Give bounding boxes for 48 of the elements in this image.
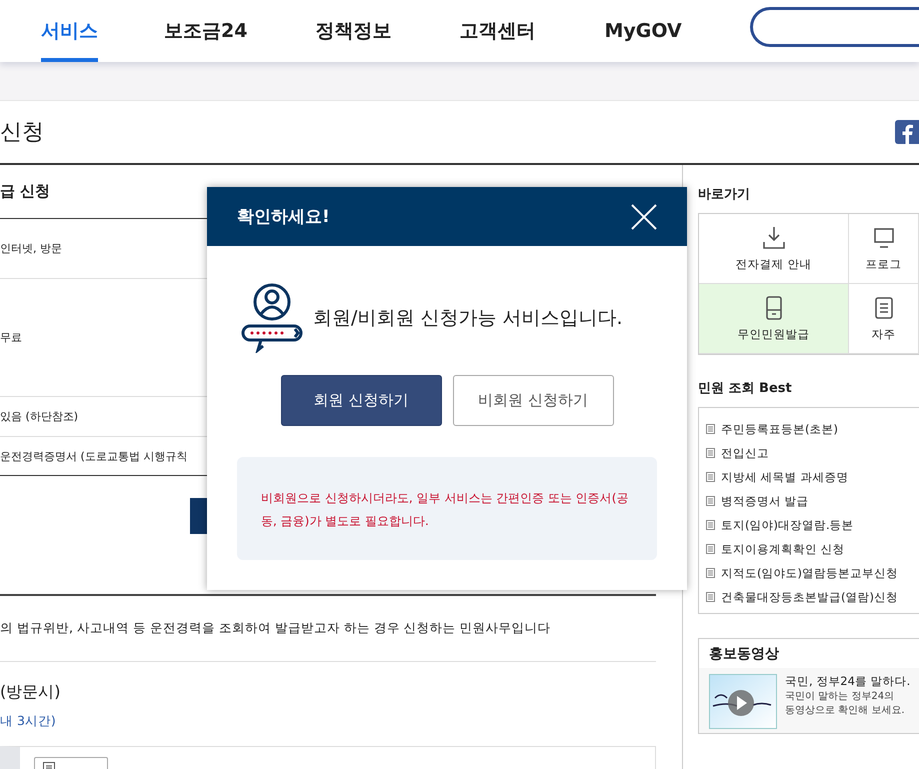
document-icon: [706, 424, 715, 434]
search-field[interactable]: [750, 7, 919, 47]
section-heading: 바로가기: [698, 186, 751, 203]
video-description: 동영상으로 확인해 보세요.: [785, 704, 906, 717]
document-icon: [706, 520, 715, 530]
nav-tab[interactable]: 보조금24: [164, 0, 248, 62]
shortcut-tile[interactable]: 전자결제 안내: [699, 214, 849, 284]
guest-apply-button[interactable]: 비회원 신청하기: [452, 375, 614, 426]
best-link[interactable]: 전입신고: [721, 446, 769, 460]
table-cell: 운전경력증명서 (도로교통법 시행규칙: [0, 448, 188, 464]
shortcut-tile[interactable]: 무인민원발급: [699, 284, 849, 354]
download-icon: [762, 225, 786, 251]
promo-heading: 홍보동영상: [699, 639, 919, 668]
user-password-icon: [241, 283, 303, 353]
best-link[interactable]: 지적도(임야도)열람등본교부신청: [721, 566, 898, 580]
best-link[interactable]: 병적증명서 발급: [721, 494, 809, 508]
table-cell: 인터넷, 방문: [0, 241, 62, 256]
nav-tab[interactable]: 고객센터: [459, 0, 536, 62]
document-icon: [706, 568, 715, 578]
facebook-icon[interactable]: [895, 120, 919, 144]
section-heading: (방문시): [0, 682, 62, 703]
best-link[interactable]: 건축물대장등초본발급(열람)신청: [721, 590, 898, 604]
best-link[interactable]: 지방세 세목별 과세증명: [721, 470, 848, 484]
best-link[interactable]: 토지이용계획확인 신청: [721, 542, 845, 556]
notice-text: 비회원으로 신청하시더라도, 일부 서비스는 간편인증 또는 인증서(공동, 금융)가 별도로 필요합니다.: [237, 457, 657, 560]
close-icon[interactable]: [631, 204, 657, 230]
member-apply-button[interactable]: 회원 신청하기: [280, 375, 442, 426]
processing-time-text: 내 3시간): [0, 713, 57, 730]
table-cell: 무료: [0, 330, 22, 345]
page-title: 신청: [0, 119, 44, 147]
document-icon: [706, 496, 715, 506]
dialog-message: 회원/비회원 신청가능 서비스입니다.: [313, 306, 623, 331]
best-link[interactable]: 토지(임야)대장열람.등본: [721, 518, 854, 532]
document-icon: [706, 592, 715, 602]
best-link[interactable]: 주민등록표등본(초본): [721, 422, 838, 436]
document-icon: [706, 448, 715, 458]
section-heading: 민원 조회 Best: [698, 380, 793, 397]
video-description: 국민이 말하는 정부24의: [785, 690, 896, 703]
nav-tab[interactable]: 정책정보: [315, 0, 392, 62]
document-icon: [706, 544, 715, 554]
video-title: 국민, 정부24를 말하다.: [785, 674, 910, 689]
shortcut-tile[interactable]: 프로그: [849, 214, 919, 284]
description-text: 의 법규위반, 사고내역 등 운전경력을 조회하여 발급받고자 하는 경우 신청하는 민원사무입니다: [0, 620, 551, 637]
nav-tab[interactable]: MyGOV: [604, 0, 682, 62]
shortcut-tile[interactable]: 자주: [849, 284, 919, 354]
monitor-icon: [872, 225, 896, 251]
document-icon: [706, 472, 715, 482]
table-cell: 있음 (하단참조): [0, 409, 78, 424]
